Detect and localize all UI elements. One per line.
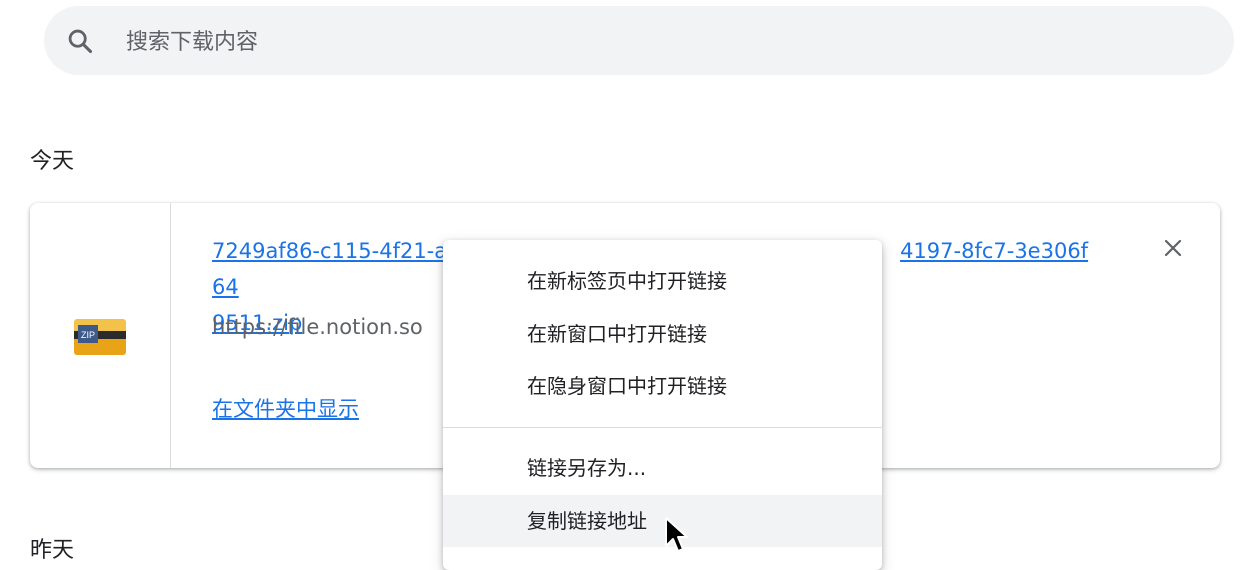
menu-item-open-in-new-window[interactable]: 在新窗口中打开链接 <box>443 308 882 360</box>
menu-item-open-in-new-tab[interactable]: 在新标签页中打开链接 <box>443 255 882 307</box>
svg-text:ZIP: ZIP <box>81 330 95 340</box>
zip-archive-icon: ZIP <box>74 319 126 355</box>
menu-item-copy-link-address[interactable]: 复制链接地址 <box>443 495 882 547</box>
mouse-pointer-icon <box>665 517 688 552</box>
context-menu: 在新标签页中打开链接 在新窗口中打开链接 在隐身窗口中打开链接 链接另存为...… <box>443 240 882 570</box>
file-name-part-1: 7249af86-c115-4f21-ae <box>212 239 461 263</box>
search-input[interactable] <box>124 22 1208 62</box>
file-icon-column: ZIP <box>30 203 171 468</box>
search-icon <box>68 29 93 54</box>
menu-item-open-in-incognito[interactable]: 在隐身窗口中打开链接 <box>443 360 882 412</box>
menu-separator <box>443 427 882 428</box>
close-icon[interactable] <box>1161 236 1185 260</box>
menu-item-save-link-as[interactable]: 链接另存为... <box>443 442 882 494</box>
section-heading-today: 今天 <box>30 149 75 174</box>
section-heading-yesterday: 昨天 <box>30 538 75 563</box>
file-source-url: https://file.notion.so <box>212 315 423 339</box>
show-in-folder-link[interactable]: 在文件夹中显示 <box>212 393 359 423</box>
search-bar <box>44 6 1234 75</box>
